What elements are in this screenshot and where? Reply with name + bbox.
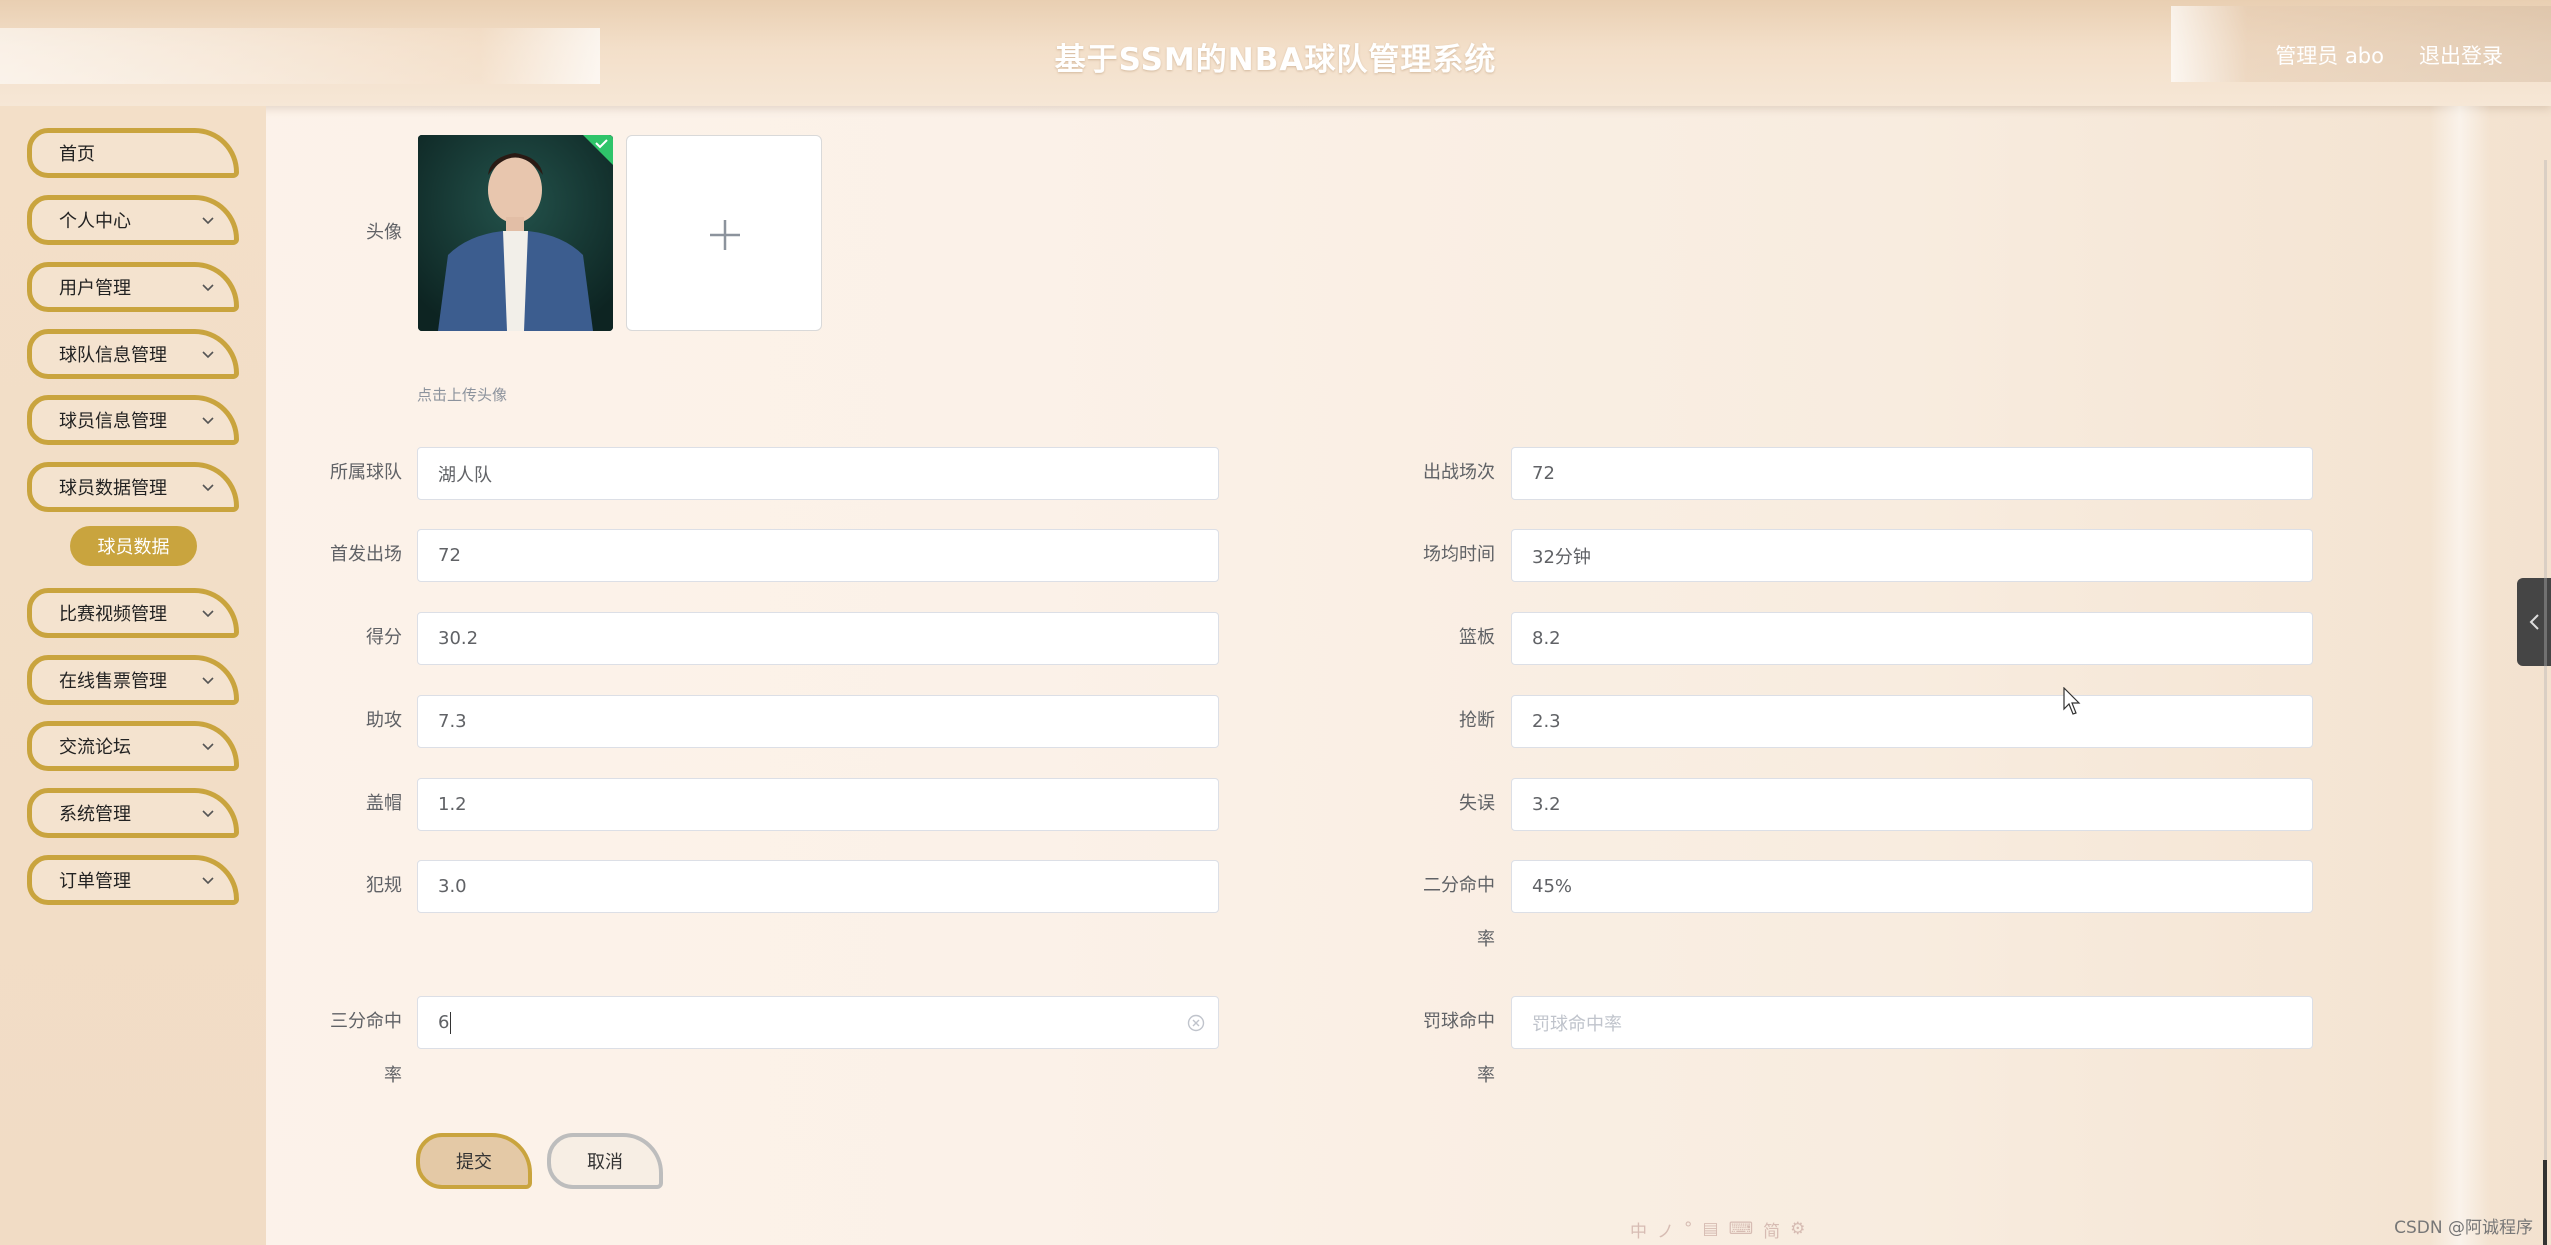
ft-pct-label-line1: 罚球命中: [1423, 1011, 1495, 1032]
sidebar-item-label: 在线售票管理: [59, 671, 167, 692]
points-input[interactable]: 30.2: [417, 612, 1219, 665]
background-decoration: [2430, 106, 2490, 1245]
sidebar-item-label: 用户管理: [59, 278, 131, 299]
points-label: 得分: [366, 627, 402, 648]
turnovers-label: 失误: [1459, 793, 1495, 814]
submit-button[interactable]: 提交: [416, 1133, 532, 1189]
two-pct-input[interactable]: 45%: [1511, 860, 2313, 913]
watermark: CSDN @阿诚程序: [2394, 1218, 2533, 1238]
assists-input[interactable]: 7.3: [417, 695, 1219, 748]
two-pct-label-line2: 率: [1477, 929, 1495, 950]
upload-tip: 点击上传头像: [417, 386, 508, 404]
ime-item[interactable]: °: [1684, 1219, 1693, 1239]
sidebar-item-label: 个人中心: [59, 211, 131, 232]
minutes-label: 场均时间: [1423, 544, 1495, 565]
cancel-button[interactable]: 取消: [547, 1133, 663, 1189]
avatar-label: 头像: [366, 222, 402, 243]
games-label: 出战场次: [1423, 462, 1495, 483]
sidebar-item-player-info[interactable]: 球员信息管理: [27, 395, 239, 445]
three-pct-label-line2: 率: [384, 1065, 402, 1086]
sidebar-item-label: 球员数据管理: [59, 478, 167, 499]
sidebar-subitem-player-data[interactable]: 球员数据: [70, 526, 197, 566]
chevron-down-icon: [202, 810, 214, 818]
sidebar-item-label: 首页: [59, 144, 95, 165]
sidebar-item-player-data[interactable]: 球员数据管理: [27, 462, 239, 512]
ime-item[interactable]: ノ: [1657, 1217, 1674, 1242]
clear-icon[interactable]: [1186, 1013, 1206, 1033]
three-pct-input[interactable]: 6: [417, 996, 1219, 1049]
chevron-down-icon: [202, 484, 214, 492]
avatar-image[interactable]: [418, 135, 613, 331]
team-input[interactable]: 湖人队: [417, 447, 1219, 500]
fouls-input[interactable]: 3.0: [417, 860, 1219, 913]
chevron-down-icon: [202, 677, 214, 685]
top-header: 基于SSM的NBA球队管理系统 管理员 abo 退出登录: [0, 0, 2551, 106]
ime-item[interactable]: 中: [1630, 1217, 1647, 1242]
ime-toolbar: 中 ノ ° ▤ ⌨ 简 ⚙: [1630, 1215, 1805, 1243]
mouse-cursor-icon: [2063, 687, 2081, 715]
sidebar-item-orders[interactable]: 订单管理: [27, 855, 239, 905]
scrollbar-track[interactable]: [2544, 160, 2547, 1245]
turnovers-input[interactable]: 3.2: [1511, 778, 2313, 831]
chevron-down-icon: [202, 743, 214, 751]
chevron-down-icon: [202, 284, 214, 292]
chevron-down-icon: [202, 610, 214, 618]
chevron-down-icon: [202, 877, 214, 885]
rebounds-input[interactable]: 8.2: [1511, 612, 2313, 665]
three-pct-value: 6: [438, 1012, 450, 1033]
steals-input[interactable]: 2.3: [1511, 695, 2313, 748]
ime-item[interactable]: ⚙: [1790, 1219, 1805, 1239]
three-pct-label-line1: 三分命中: [330, 1011, 402, 1032]
sidebar-item-ticketing[interactable]: 在线售票管理: [27, 655, 239, 705]
starts-label: 首发出场: [330, 544, 402, 565]
team-label: 所属球队: [330, 462, 402, 483]
plus-icon: [710, 220, 740, 250]
scrollbar-thumb[interactable]: [2543, 1160, 2547, 1245]
chevron-down-icon: [202, 417, 214, 425]
text-caret: [450, 1011, 452, 1034]
sidebar-item-label: 交流论坛: [59, 737, 131, 758]
sidebar-item-label: 订单管理: [59, 871, 131, 892]
ime-item[interactable]: ⌨: [1729, 1219, 1754, 1239]
sidebar-item-label: 球队信息管理: [59, 345, 167, 366]
blocks-label: 盖帽: [366, 793, 402, 814]
ft-pct-label-line2: 率: [1477, 1065, 1495, 1086]
blocks-input[interactable]: 1.2: [417, 778, 1219, 831]
minutes-input[interactable]: 32分钟: [1511, 529, 2313, 582]
current-user-label: 管理员 abo: [2275, 44, 2384, 68]
sidebar-item-game-videos[interactable]: 比赛视频管理: [27, 588, 239, 638]
fouls-label: 犯规: [366, 875, 402, 896]
sidebar-item-user-management[interactable]: 用户管理: [27, 262, 239, 312]
chevron-down-icon: [202, 351, 214, 359]
sidebar-item-system[interactable]: 系统管理: [27, 788, 239, 838]
ft-pct-input[interactable]: 罚球命中率: [1511, 996, 2313, 1049]
app-title: 基于SSM的NBA球队管理系统: [1054, 42, 1497, 78]
chevron-down-icon: [202, 217, 214, 225]
sidebar-item-home[interactable]: 首页: [27, 128, 239, 178]
logout-link[interactable]: 退出登录: [2419, 40, 2503, 70]
games-input[interactable]: 72: [1511, 447, 2313, 500]
sidebar-item-personal-center[interactable]: 个人中心: [27, 195, 239, 245]
sidebar-item-label: 比赛视频管理: [59, 604, 167, 625]
ime-item[interactable]: ▤: [1703, 1219, 1719, 1239]
assists-label: 助攻: [366, 710, 402, 731]
two-pct-label-line1: 二分命中: [1423, 875, 1495, 896]
starts-input[interactable]: 72: [417, 529, 1219, 582]
rebounds-label: 篮板: [1459, 627, 1495, 648]
sidebar-item-forum[interactable]: 交流论坛: [27, 721, 239, 771]
sidebar-item-label: 系统管理: [59, 804, 131, 825]
ime-item[interactable]: 简: [1763, 1217, 1780, 1242]
sidebar-item-label: 球员信息管理: [59, 411, 167, 432]
avatar-upload-button[interactable]: [626, 135, 822, 331]
sidebar-item-team-info[interactable]: 球队信息管理: [27, 329, 239, 379]
steals-label: 抢断: [1459, 710, 1495, 731]
